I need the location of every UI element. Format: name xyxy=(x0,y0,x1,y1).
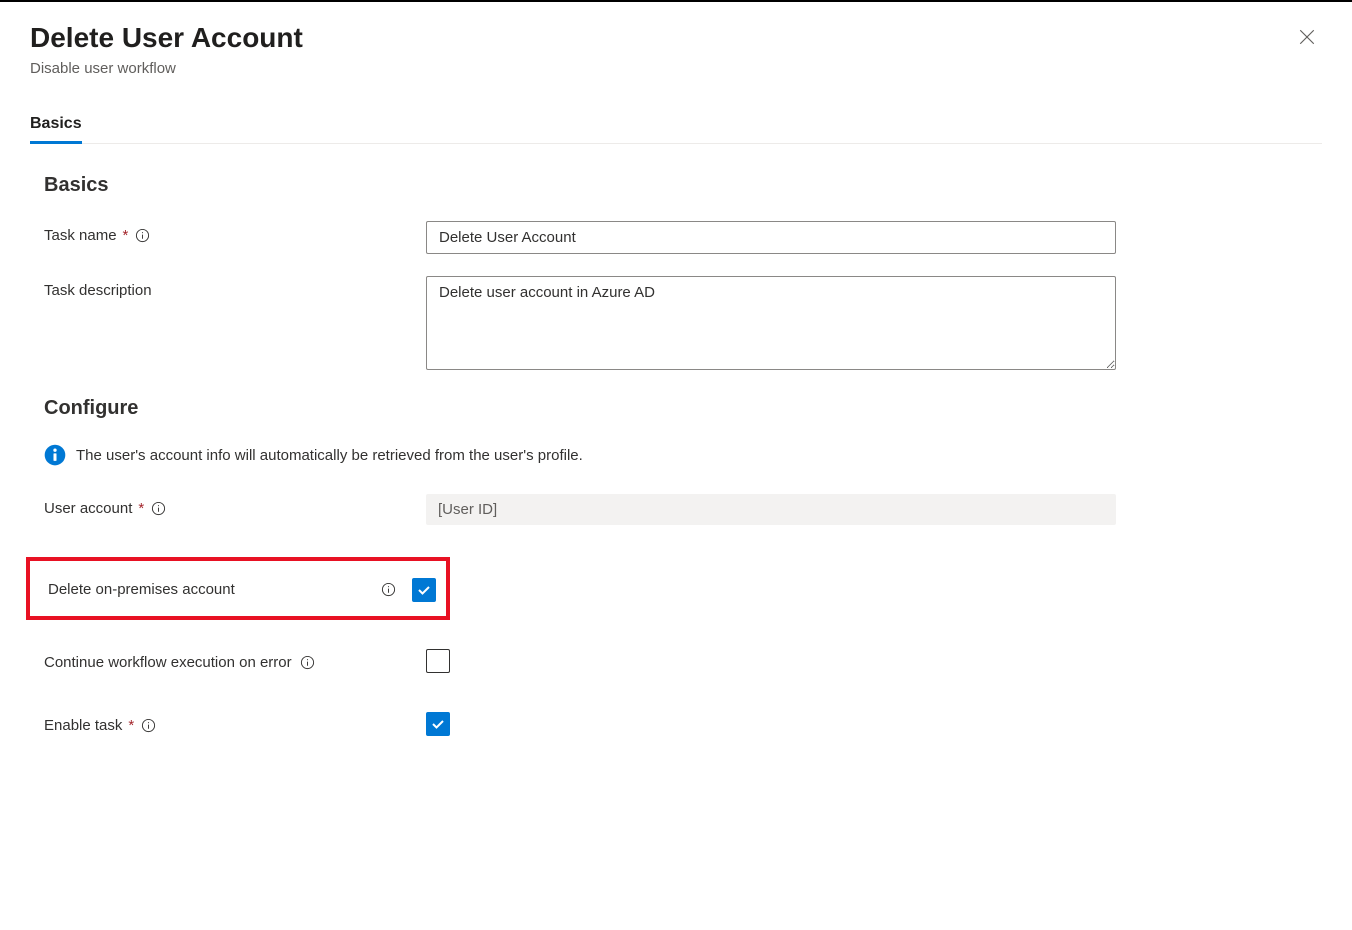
input-col-user-account: [User ID] xyxy=(426,494,1116,525)
section-basics-title: Basics xyxy=(44,174,1322,197)
row-enable-task: Enable task * xyxy=(44,701,1322,736)
header-text: Delete User Account Disable user workflo… xyxy=(30,22,303,77)
label-task-name-text: Task name xyxy=(44,227,117,244)
tab-basics[interactable]: Basics xyxy=(30,107,82,144)
label-task-description-text: Task description xyxy=(44,282,152,299)
label-delete-onprem-text: Delete on-premises account xyxy=(48,581,235,598)
enable-task-checkbox[interactable] xyxy=(426,712,450,736)
input-col-task-name xyxy=(426,221,1116,254)
label-user-account-text: User account xyxy=(44,500,132,517)
delete-onprem-checkbox[interactable] xyxy=(412,578,436,602)
label-user-account: User account * xyxy=(44,494,426,517)
continue-on-error-checkbox[interactable] xyxy=(426,649,450,673)
required-indicator: * xyxy=(128,717,134,734)
info-icon[interactable] xyxy=(380,582,396,598)
label-continue-on-error: Continue workflow execution on error xyxy=(44,648,426,671)
check-icon xyxy=(416,582,432,598)
close-button[interactable] xyxy=(1292,22,1322,52)
label-enable-task: Enable task * xyxy=(44,711,426,734)
check-icon xyxy=(430,716,446,732)
row-continue-on-error: Continue workflow execution on error xyxy=(44,638,1322,673)
row-user-account: User account * [User ID] xyxy=(44,494,1322,525)
row-delete-onprem: Delete on-premises account xyxy=(48,575,436,602)
info-icon[interactable] xyxy=(140,718,156,734)
close-icon xyxy=(1298,28,1316,46)
info-icon[interactable] xyxy=(150,501,166,517)
section-configure-title: Configure xyxy=(44,397,1322,420)
info-icon[interactable] xyxy=(134,228,150,244)
info-filled-icon xyxy=(44,444,66,466)
label-enable-task-text: Enable task xyxy=(44,717,122,734)
label-task-name: Task name * xyxy=(44,221,426,244)
required-indicator: * xyxy=(138,500,144,517)
highlight-box: Delete on-premises account xyxy=(26,557,450,620)
required-indicator: * xyxy=(123,227,129,244)
tabs: Basics xyxy=(30,107,1322,144)
task-name-input[interactable] xyxy=(426,221,1116,254)
row-task-name: Task name * xyxy=(44,221,1322,254)
info-message: The user's account info will automatical… xyxy=(44,444,1322,466)
panel-container: Delete User Account Disable user workflo… xyxy=(0,2,1352,784)
info-icon[interactable] xyxy=(300,655,316,671)
label-delete-onprem: Delete on-premises account xyxy=(48,575,412,598)
page-subtitle: Disable user workflow xyxy=(30,60,303,77)
task-description-input[interactable] xyxy=(426,276,1116,370)
label-continue-on-error-text: Continue workflow execution on error xyxy=(44,654,292,671)
label-task-description: Task description xyxy=(44,276,426,299)
user-account-readonly: [User ID] xyxy=(426,494,1116,525)
input-col-task-description xyxy=(426,276,1116,375)
page-title: Delete User Account xyxy=(30,22,303,54)
row-task-description: Task description xyxy=(44,276,1322,375)
header: Delete User Account Disable user workflo… xyxy=(30,22,1322,77)
info-message-text: The user's account info will automatical… xyxy=(76,447,583,464)
